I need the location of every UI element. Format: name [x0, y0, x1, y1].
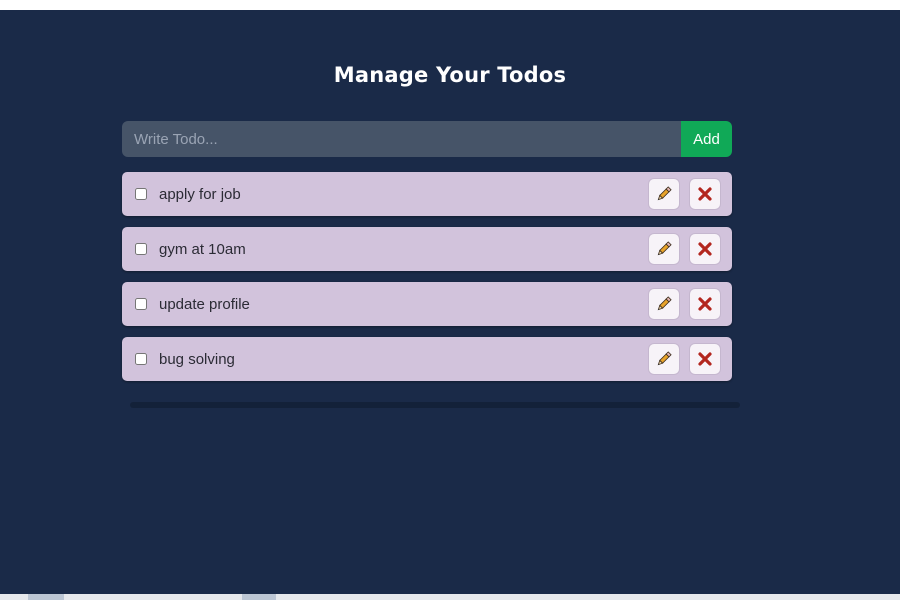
todo-text: apply for job	[159, 185, 241, 203]
todo-text: update profile	[159, 295, 250, 313]
todo-checkbox[interactable]	[135, 298, 147, 310]
todo-item: bug solving	[122, 337, 732, 381]
list-shadow	[130, 402, 740, 408]
pencil-icon	[657, 351, 672, 366]
scroll-segment	[28, 594, 64, 600]
todo-item: gym at 10am	[122, 227, 732, 271]
cross-icon	[698, 297, 712, 311]
todo-checkbox[interactable]	[135, 188, 147, 200]
page-title: Manage Your Todos	[333, 63, 567, 87]
cross-icon	[698, 352, 712, 366]
edit-button[interactable]	[649, 344, 679, 374]
pencil-icon	[657, 186, 672, 201]
todo-text: gym at 10am	[159, 240, 246, 258]
todo-item: apply for job	[122, 172, 732, 216]
cross-icon	[698, 187, 712, 201]
app-container: Manage Your Todos Add apply for job	[0, 10, 900, 594]
edit-button[interactable]	[649, 289, 679, 319]
todo-list: apply for job gym at 10am update profile…	[122, 172, 732, 392]
scroll-segment	[242, 594, 276, 600]
delete-button[interactable]	[690, 234, 720, 264]
delete-button[interactable]	[690, 179, 720, 209]
delete-button[interactable]	[690, 344, 720, 374]
add-todo-form: Add	[122, 121, 732, 157]
pencil-icon	[657, 296, 672, 311]
cross-icon	[698, 242, 712, 256]
edit-button[interactable]	[649, 179, 679, 209]
edit-button[interactable]	[649, 234, 679, 264]
add-button[interactable]: Add	[681, 121, 732, 157]
todo-checkbox[interactable]	[135, 353, 147, 365]
delete-button[interactable]	[690, 289, 720, 319]
todo-item: update profile	[122, 282, 732, 326]
todo-checkbox[interactable]	[135, 243, 147, 255]
pencil-icon	[657, 241, 672, 256]
todo-input[interactable]	[122, 121, 681, 157]
bottom-scroll-strip	[0, 594, 900, 600]
todo-text: bug solving	[159, 350, 235, 368]
